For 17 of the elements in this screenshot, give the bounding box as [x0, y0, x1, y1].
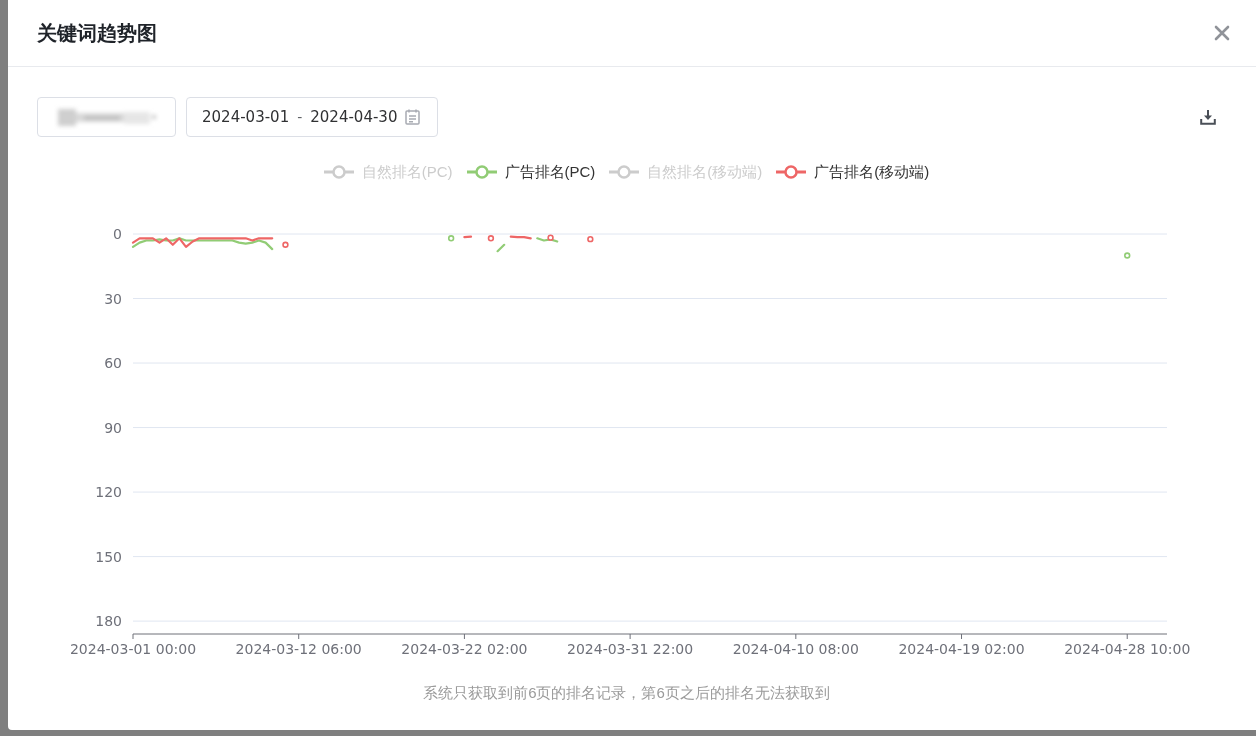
x-axis-label: 2024-04-28 10:00	[1064, 641, 1191, 657]
y-axis-label: 120	[95, 484, 122, 501]
x-axis-label: 2024-04-19 02:00	[898, 641, 1025, 657]
y-axis-label: 150	[95, 548, 122, 565]
y-axis-label: 30	[104, 290, 122, 307]
range-separator: -	[297, 109, 303, 125]
x-axis-label: 2024-03-01 00:00	[69, 641, 197, 657]
footnote-text: 系统只获取到前6页的排名记录，第6页之后的排名无法获取到	[422, 683, 831, 703]
x-axis-label: 2024-03-22 02:00	[401, 641, 528, 657]
x-axis-label: 2024-03-31 22:00	[567, 641, 694, 657]
y-axis-label: 180	[95, 613, 122, 630]
x-axis-label: 2024-03-12 06:00	[235, 641, 362, 657]
y-axis-label: 60	[104, 355, 122, 372]
x-axis-label: 2024-04-10 08:00	[732, 641, 859, 657]
y-axis-label: 90	[104, 419, 122, 436]
y-axis-label: 0	[113, 226, 122, 242]
dialog-title: 关键词趋势图	[37, 20, 157, 46]
